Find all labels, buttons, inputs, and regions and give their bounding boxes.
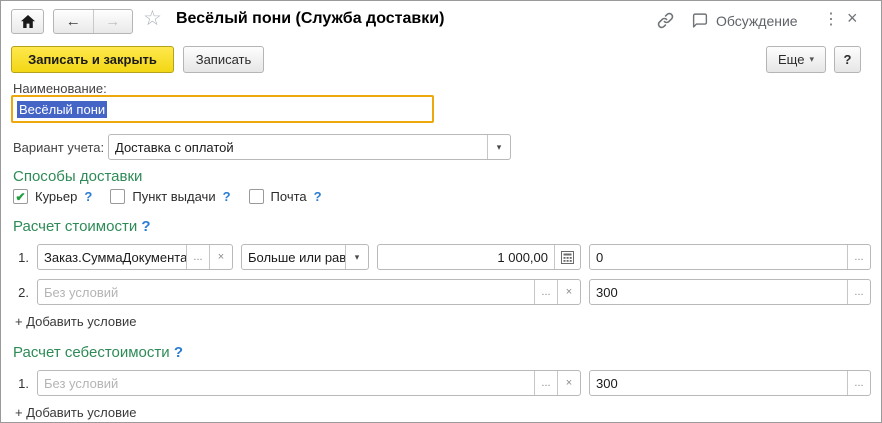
help-button[interactable]: ? <box>834 46 861 73</box>
calculator-icon <box>561 251 574 264</box>
page-title: Весёлый пони (Служба доставки) <box>176 10 444 28</box>
cost-calc-header: Расчет стоимости ? <box>13 218 151 235</box>
delivery-service-form-window: ← → ☆ Весёлый пони (Служба доставки) Обс… <box>0 0 882 423</box>
selfcost-row1-number: 1. <box>11 376 29 391</box>
back-button[interactable]: ← <box>54 10 94 33</box>
selfcost-calc-header: Расчет себестоимости ? <box>13 344 183 361</box>
name-input-selected-text: Весёлый пони <box>17 101 107 118</box>
history-nav-group: ← → <box>53 9 133 34</box>
selfcost-calc-header-text: Расчет себестоимости <box>13 344 170 361</box>
selfcost-row1-condition-placeholder: Без условий <box>38 371 534 395</box>
accounting-option-select[interactable]: Доставка с оплатой ▾ <box>108 134 511 160</box>
more-button[interactable]: Еще ▾ <box>766 46 826 73</box>
home-button[interactable] <box>11 9 44 34</box>
more-label: Еще <box>778 52 804 67</box>
name-field-label: Наименование: <box>13 81 107 96</box>
cost-row1-result-value: 0 <box>590 245 847 269</box>
delivery-methods-row: ✔ Курьер ? Пункт выдачи ? Почта ? <box>13 189 340 204</box>
ellipsis-icon: ... <box>541 287 550 298</box>
chevron-down-icon: ▾ <box>355 253 360 262</box>
cost-row1-number: 1. <box>11 250 29 265</box>
cost-row2-result-input[interactable]: 300 ... <box>589 279 871 305</box>
cost-row1-threshold-input[interactable]: 1 000,00 <box>377 244 581 270</box>
chevron-down-icon: ▾ <box>497 143 502 152</box>
forward-button[interactable]: → <box>94 10 133 33</box>
ellipsis-icon: ... <box>541 378 550 389</box>
cost-row1-condition-pick-button[interactable]: ... <box>186 245 209 269</box>
clear-icon: × <box>566 378 572 389</box>
help-button-label: ? <box>844 52 852 67</box>
checkbox-pickup-point-box[interactable] <box>110 189 125 204</box>
cost-row1-threshold-value: 1 000,00 <box>378 245 554 269</box>
checkbox-courier-box[interactable]: ✔ <box>13 189 28 204</box>
selfcost-row1-result-input[interactable]: 300 ... <box>589 370 871 396</box>
close-icon[interactable]: × <box>847 8 858 29</box>
ellipsis-icon: ... <box>193 252 202 263</box>
link-icon[interactable] <box>656 11 675 35</box>
clear-icon: × <box>218 252 224 263</box>
cost-row1-condition-clear-button[interactable]: × <box>209 245 232 269</box>
cost-add-condition-link[interactable]: + Добавить условие <box>15 314 136 329</box>
ellipsis-icon: ... <box>854 378 863 389</box>
help-icon-pickup-point[interactable]: ? <box>223 189 231 204</box>
cost-row2-condition-placeholder: Без условий <box>38 280 534 304</box>
help-icon-cost-calc[interactable]: ? <box>141 218 150 235</box>
delivery-methods-header: Способы доставки <box>13 168 142 185</box>
check-icon: ✔ <box>15 191 25 203</box>
back-icon: ← <box>66 13 81 30</box>
checkbox-courier-label: Курьер <box>35 189 77 204</box>
clear-icon: × <box>566 287 572 298</box>
save-and-close-button[interactable]: Записать и закрыть <box>11 46 174 73</box>
help-icon-selfcost-calc[interactable]: ? <box>174 344 183 361</box>
discussion-label[interactable]: Обсуждение <box>716 13 798 29</box>
selfcost-row1-result-value: 300 <box>590 371 847 395</box>
cost-row1-result-input[interactable]: 0 ... <box>589 244 871 270</box>
cost-row2-condition-clear-button[interactable]: × <box>557 280 580 304</box>
accounting-option-value: Доставка с оплатой <box>109 135 487 159</box>
chevron-down-icon: ▾ <box>809 54 814 65</box>
cost-calc-header-text: Расчет стоимости <box>13 218 137 235</box>
checkbox-post-label: Почта <box>271 189 307 204</box>
cost-row1-condition-value: Заказ.СуммаДокумента <box>38 245 186 269</box>
cost-row1-condition-input[interactable]: Заказ.СуммаДокумента ... × <box>37 244 233 270</box>
checkbox-courier[interactable]: ✔ Курьер ? <box>13 189 92 204</box>
cost-row2-condition-pick-button[interactable]: ... <box>534 280 557 304</box>
selfcost-row1-condition-input[interactable]: Без условий ... × <box>37 370 581 396</box>
checkbox-pickup-point[interactable]: Пункт выдачи ? <box>110 189 230 204</box>
checkbox-post-box[interactable] <box>249 189 264 204</box>
cost-row2-result-value: 300 <box>590 280 847 304</box>
favorite-star-icon[interactable]: ☆ <box>143 8 162 29</box>
selfcost-row1-result-pick-button[interactable]: ... <box>847 371 870 395</box>
cost-row2-result-pick-button[interactable]: ... <box>847 280 870 304</box>
cost-row1-operator-select[interactable]: Больше или рав ▾ <box>241 244 369 270</box>
save-and-close-label: Записать и закрыть <box>28 52 157 67</box>
cost-row2-number: 2. <box>11 285 29 300</box>
accounting-option-label: Вариант учета: <box>13 140 104 155</box>
cost-row1-operator-dropdown-button[interactable]: ▾ <box>345 245 368 269</box>
selfcost-row1-condition-clear-button[interactable]: × <box>557 371 580 395</box>
cost-row1-calculator-button[interactable] <box>554 245 580 269</box>
checkbox-pickup-point-label: Пункт выдачи <box>132 189 215 204</box>
cost-row1-result-pick-button[interactable]: ... <box>847 245 870 269</box>
accounting-dropdown-button[interactable]: ▾ <box>487 135 510 159</box>
selfcost-row1-condition-pick-button[interactable]: ... <box>534 371 557 395</box>
save-label: Записать <box>196 52 252 67</box>
selfcost-add-condition-link[interactable]: + Добавить условие <box>15 405 136 420</box>
save-button[interactable]: Записать <box>183 46 264 73</box>
ellipsis-icon: ... <box>854 287 863 298</box>
cost-row1-operator-value: Больше или рав <box>242 245 345 269</box>
checkbox-post[interactable]: Почта ? <box>249 189 322 204</box>
name-input[interactable]: Весёлый пони <box>11 95 434 123</box>
kebab-menu-icon[interactable]: ⋮ <box>823 9 839 29</box>
discussion-chat-icon[interactable] <box>691 12 709 34</box>
ellipsis-icon: ... <box>854 252 863 263</box>
help-icon-post[interactable]: ? <box>314 189 322 204</box>
forward-icon: → <box>105 13 120 30</box>
home-icon <box>21 15 35 28</box>
help-icon-courier[interactable]: ? <box>84 189 92 204</box>
cost-row2-condition-input[interactable]: Без условий ... × <box>37 279 581 305</box>
